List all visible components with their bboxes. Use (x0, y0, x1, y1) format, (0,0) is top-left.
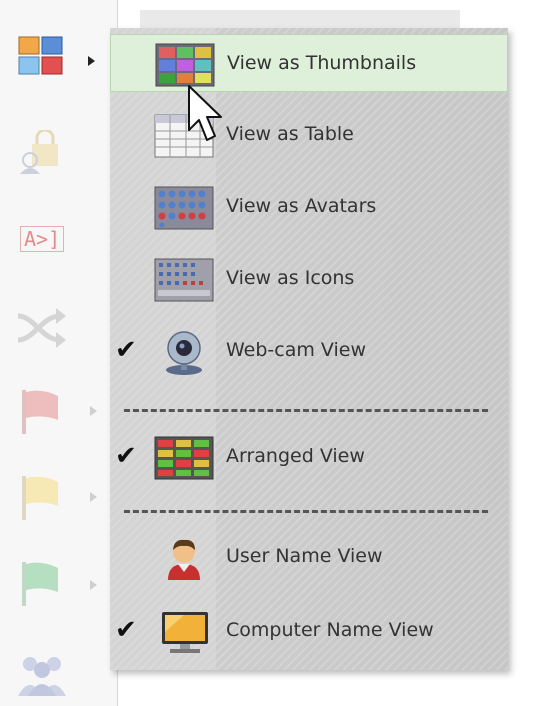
green-flag-icon (22, 562, 58, 606)
thumbnails-icon (155, 43, 215, 87)
shuffle-button[interactable] (12, 302, 82, 356)
background-panel (140, 10, 460, 28)
yellow-flag-button[interactable] (12, 472, 82, 526)
menu-separator (124, 510, 488, 513)
lock-user-icon (20, 130, 58, 174)
yellow-flag-icon (22, 476, 58, 520)
view-mode-icon (18, 36, 63, 75)
menu-item-webcam-view[interactable]: ✔ Web-cam View (110, 322, 508, 380)
mouse-cursor-icon (188, 85, 222, 141)
menu-item-label: View as Avatars (226, 195, 377, 217)
menu-item-arranged-view[interactable]: ✔ Arranged View (110, 428, 508, 486)
menu-item-view-as-table[interactable]: View as Table (110, 106, 508, 164)
menu-item-label: View as Thumbnails (227, 52, 417, 74)
users-group-icon (18, 657, 66, 696)
submenu-arrow-icon (90, 492, 97, 502)
check-mark-icon: ✔ (115, 335, 137, 365)
avatars-icon (154, 186, 214, 230)
check-mark-icon: ✔ (115, 615, 137, 645)
view-mode-button[interactable] (12, 30, 82, 84)
webcam-icon (166, 331, 202, 375)
menu-item-view-as-thumbnails[interactable]: View as Thumbnails (110, 34, 508, 92)
icons-view-icon (154, 258, 214, 302)
view-options-menu: View as Thumbnails View as Table View as… (110, 28, 508, 670)
red-flag-icon (22, 390, 58, 434)
menu-item-label: User Name View (226, 545, 383, 567)
menu-item-label: View as Icons (226, 267, 355, 289)
menu-separator (124, 409, 488, 412)
menu-item-label: Computer Name View (226, 619, 434, 641)
text-input-icon: A>] (20, 226, 65, 252)
green-flag-button[interactable] (12, 558, 82, 612)
menu-item-view-as-avatars[interactable]: View as Avatars (110, 178, 508, 236)
lock-user-button[interactable] (12, 128, 82, 182)
menu-item-user-name-view[interactable]: User Name View (110, 528, 508, 586)
arranged-grid-icon (154, 436, 214, 480)
submenu-arrow-icon (90, 406, 97, 416)
submenu-arrow-icon (88, 56, 95, 66)
menu-item-label: Web-cam View (226, 339, 367, 361)
submenu-arrow-icon (90, 580, 97, 590)
users-group-button[interactable] (12, 648, 82, 702)
menu-item-label: Arranged View (226, 445, 365, 467)
red-flag-button[interactable] (12, 386, 82, 440)
left-toolbar: A>] (0, 0, 118, 706)
menu-item-computer-name-view[interactable]: ✔ Computer Name View (110, 602, 508, 660)
menu-item-label: View as Table (226, 123, 354, 145)
computer-icon (162, 612, 208, 653)
shuffle-icon (17, 308, 66, 348)
text-input-button[interactable]: A>] (12, 214, 82, 268)
user-icon (168, 539, 200, 580)
check-mark-icon: ✔ (115, 441, 137, 471)
menu-item-view-as-icons[interactable]: View as Icons (110, 250, 508, 308)
